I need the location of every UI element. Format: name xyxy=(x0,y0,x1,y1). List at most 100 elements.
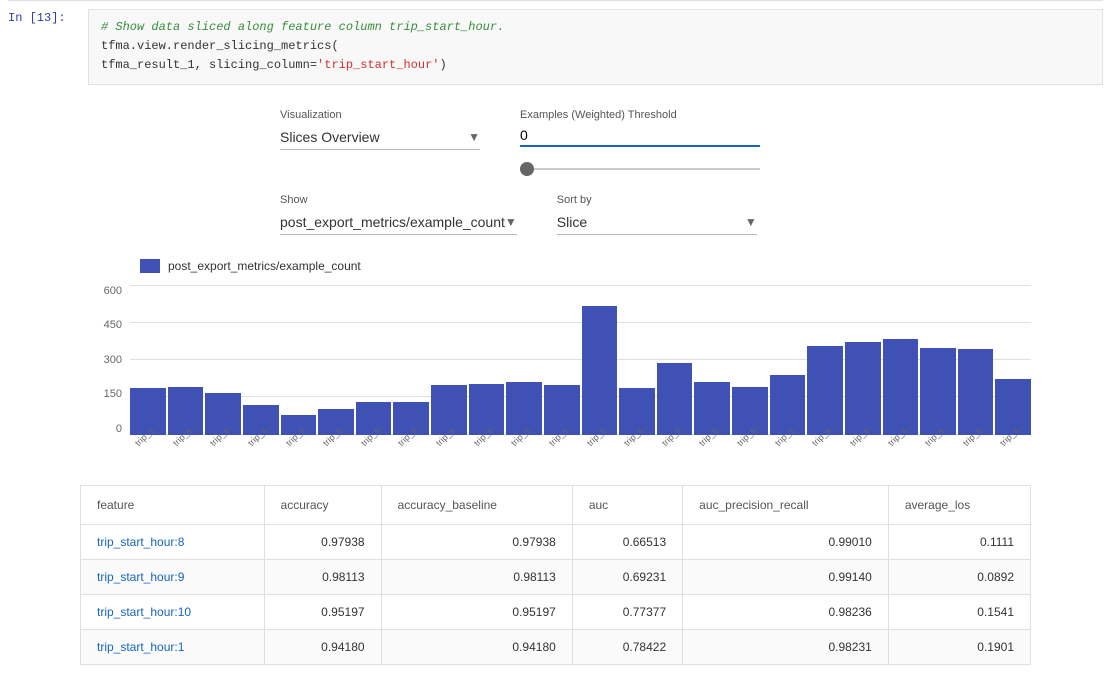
metric-cell: 0.0892 xyxy=(888,559,1030,594)
chart-inner: trip_s...trip_s...trip_s...trip_s...trip… xyxy=(130,285,1031,465)
show-group: Show post_export_metrics/example_count ▼ xyxy=(280,194,517,235)
legend-text: post_export_metrics/example_count xyxy=(168,259,361,273)
metric-cell: 0.78422 xyxy=(572,629,682,664)
table-row: trip_start_hour:100.951970.951970.773770… xyxy=(81,594,1031,629)
data-table: featureaccuracyaccuracy_baselineaucauc_p… xyxy=(80,485,1031,665)
bars-container: trip_s...trip_s...trip_s...trip_s...trip… xyxy=(130,285,1031,465)
show-arrow: ▼ xyxy=(505,215,517,229)
code-block: # Show data sliced along feature column … xyxy=(88,9,1103,85)
y-axis-label: 600 xyxy=(104,285,122,297)
bar-wrap: trip_s... xyxy=(807,346,843,465)
metric-cell: 0.98113 xyxy=(381,559,572,594)
table-column-header: average_los xyxy=(888,485,1030,524)
metric-cell: 0.99010 xyxy=(683,524,889,559)
bar-wrap: trip_s... xyxy=(582,306,618,465)
y-axis-label: 0 xyxy=(116,423,122,435)
metric-cell: 0.94180 xyxy=(381,629,572,664)
sort-label: Sort by xyxy=(557,194,757,206)
bar xyxy=(657,363,693,435)
chart-wrapper: 6004503001500 trip_s...trip_s...trip_s..… xyxy=(80,285,1031,465)
code-args: tfma_result_1, slicing_column='trip_star… xyxy=(101,58,447,72)
bar-wrap: trip_s... xyxy=(318,409,354,465)
table-column-header: auc xyxy=(572,485,682,524)
table-row: trip_start_hour:10.941800.941800.784220.… xyxy=(81,629,1031,664)
code-cell: In [13]: # Show data sliced along featur… xyxy=(8,0,1103,93)
table-column-header: accuracy_baseline xyxy=(381,485,572,524)
code-comment: # Show data sliced along feature column … xyxy=(101,20,504,34)
metric-cell: 0.95197 xyxy=(264,594,381,629)
bar-wrap: trip_s... xyxy=(770,375,806,465)
code-string: 'trip_start_hour' xyxy=(317,58,439,72)
sort-group: Sort by Slice ▼ xyxy=(557,194,757,235)
sort-value: Slice xyxy=(557,214,587,230)
chart-legend: post_export_metrics/example_count xyxy=(80,259,1031,273)
table-column-header: accuracy xyxy=(264,485,381,524)
table-column-header: auc_precision_recall xyxy=(683,485,889,524)
table-body: trip_start_hour:80.979380.979380.665130.… xyxy=(81,524,1031,664)
feature-cell: trip_start_hour:1 xyxy=(81,629,265,664)
controls-row-1: Visualization Slices Overview ▼ Examples… xyxy=(40,109,1071,174)
visualization-arrow: ▼ xyxy=(468,130,480,144)
bar-wrap: trip_s... xyxy=(243,405,279,465)
metric-cell: 0.95197 xyxy=(381,594,572,629)
code-line-3: tfma_result_1, slicing_column='trip_star… xyxy=(101,56,1090,75)
bar-wrap: trip_s... xyxy=(920,348,956,465)
visualization-label: Visualization xyxy=(280,109,480,121)
table-row: trip_start_hour:80.979380.979380.665130.… xyxy=(81,524,1031,559)
metric-cell: 0.97938 xyxy=(381,524,572,559)
bar xyxy=(920,348,956,435)
legend-color-box xyxy=(140,259,160,273)
bar-wrap: trip_s... xyxy=(281,415,317,465)
bar-wrap: trip_s... xyxy=(732,387,768,465)
feature-cell: trip_start_hour:9 xyxy=(81,559,265,594)
bar-wrap: trip_s... xyxy=(958,349,994,465)
visualization-value: Slices Overview xyxy=(280,129,380,145)
bar-wrap: trip_s... xyxy=(130,388,166,465)
visualization-select[interactable]: Slices Overview ▼ xyxy=(280,125,480,150)
visualization-group: Visualization Slices Overview ▼ xyxy=(280,109,480,150)
metric-cell: 0.1111 xyxy=(888,524,1030,559)
bar xyxy=(883,339,919,435)
metric-cell: 0.1901 xyxy=(888,629,1030,664)
y-axis-label: 300 xyxy=(104,354,122,366)
threshold-group: Examples (Weighted) Threshold 0 xyxy=(520,109,760,174)
threshold-slider[interactable] xyxy=(520,168,760,170)
bar-wrap: trip_s... xyxy=(356,402,392,465)
threshold-label: Examples (Weighted) Threshold xyxy=(520,109,760,121)
metric-cell: 0.94180 xyxy=(264,629,381,664)
show-select[interactable]: post_export_metrics/example_count ▼ xyxy=(280,210,517,235)
code-line-1: # Show data sliced along feature column … xyxy=(101,18,1090,37)
metric-cell: 0.97938 xyxy=(264,524,381,559)
show-label: Show xyxy=(280,194,517,206)
code-line-2: tfma.view.render_slicing_metrics( xyxy=(101,37,1090,56)
feature-cell: trip_start_hour:8 xyxy=(81,524,265,559)
metric-cell: 0.98236 xyxy=(683,594,889,629)
y-axis-label: 150 xyxy=(104,388,122,400)
metric-cell: 0.77377 xyxy=(572,594,682,629)
table-row: trip_start_hour:90.981130.981130.692310.… xyxy=(81,559,1031,594)
bar-wrap: trip_s... xyxy=(995,379,1031,465)
bar-wrap: trip_s... xyxy=(694,382,730,465)
bar-wrap: trip_s... xyxy=(544,385,580,465)
y-axis: 6004503001500 xyxy=(80,285,130,465)
bar xyxy=(582,306,618,435)
widget-area: Visualization Slices Overview ▼ Examples… xyxy=(0,93,1111,681)
threshold-input[interactable]: 0 xyxy=(520,125,760,147)
metric-cell: 0.66513 xyxy=(572,524,682,559)
bar-wrap: trip_s... xyxy=(469,384,505,465)
table-column-header: feature xyxy=(81,485,265,524)
bar-wrap: trip_s... xyxy=(205,393,241,465)
bar-wrap: trip_s... xyxy=(845,342,881,465)
chart-area: post_export_metrics/example_count 600450… xyxy=(40,259,1071,485)
code-fn: tfma.view.render_slicing_metrics( xyxy=(101,39,339,53)
bar xyxy=(845,342,881,435)
bar-wrap: trip_s... xyxy=(393,402,429,465)
sort-select[interactable]: Slice ▼ xyxy=(557,210,757,235)
bar-wrap: trip_s... xyxy=(506,382,542,465)
bar-wrap: trip_s... xyxy=(168,387,204,465)
bar-wrap: trip_s... xyxy=(657,363,693,465)
cell-label: In [13]: xyxy=(8,9,88,25)
metric-cell: 0.99140 xyxy=(683,559,889,594)
bar-wrap: trip_s... xyxy=(883,339,919,465)
bar-wrap: trip_s... xyxy=(619,388,655,465)
